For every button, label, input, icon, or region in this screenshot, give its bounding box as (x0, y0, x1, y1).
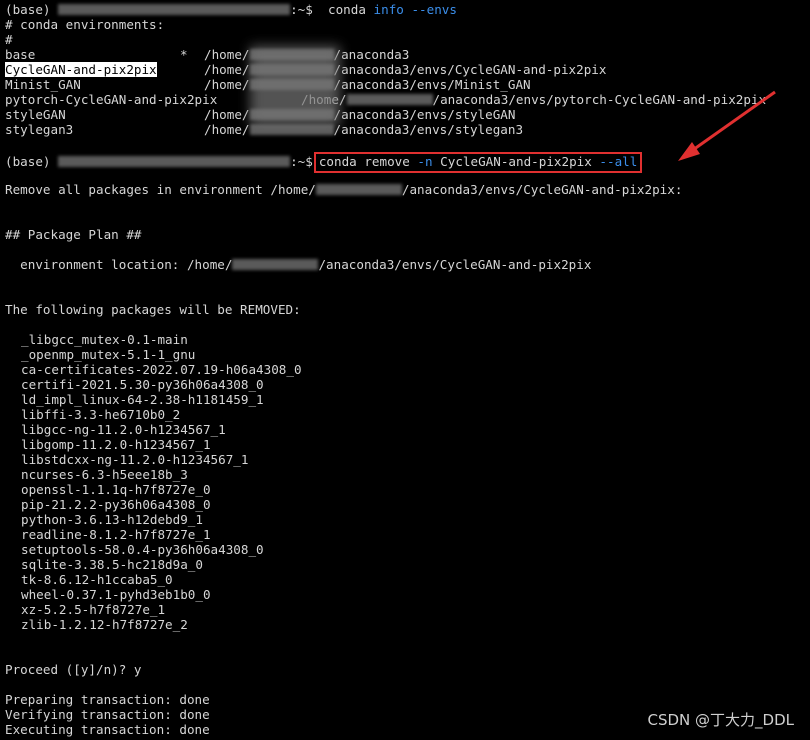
watermark: CSDN @丁大力_DDL (647, 711, 795, 729)
annotation-arrow-icon (678, 90, 776, 161)
